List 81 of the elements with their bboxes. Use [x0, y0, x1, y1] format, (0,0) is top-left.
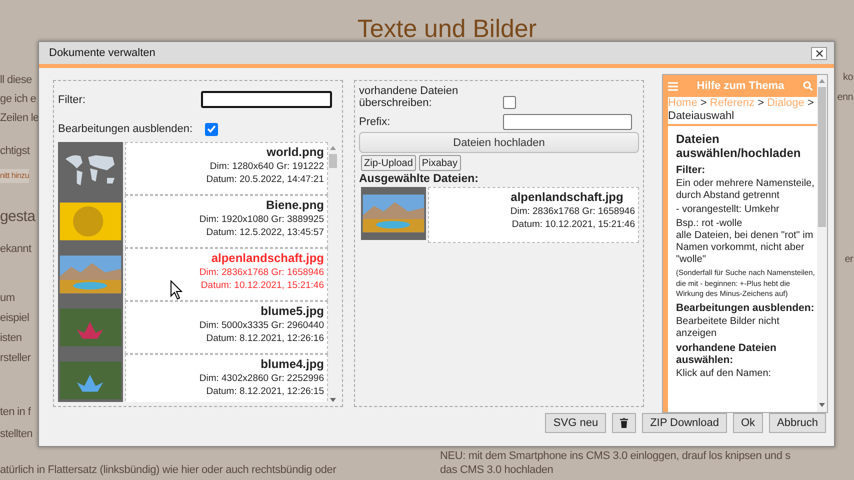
dialog-title: Dokumente verwalten [49, 47, 156, 59]
thumbnail[interactable] [58, 354, 123, 402]
file-entry[interactable]: alpenlandschaft.jpg Dim: 2836x1768 Gr: 1658946 Datum: 10.12.2021, 15:21:46 [125, 248, 328, 301]
help-text: Ein oder mehrere Namensteile, durch Abstand getrennt [676, 178, 815, 202]
file-entry[interactable]: blume5.jpg Dim: 5000x3335 Gr: 2960440 Datum: 8.12.2021, 12:26:16 [125, 300, 328, 354]
footer-button[interactable]: ZIP Download [642, 413, 727, 433]
source-button[interactable]: Zip-Upload [361, 155, 416, 171]
page-text: ko [843, 71, 853, 85]
selected-files-heading: Ausgewählte Dateien: [359, 173, 480, 185]
file-entry[interactable]: alpenlandschaft.jpg Dim: 2836x1768 Gr: 1658946 Datum: 10.12.2021, 15:21:46 [428, 187, 639, 243]
page-text: ll diese [0, 73, 33, 88]
file-dimensions: Dim: 2836x1768 Gr: 1658946 [199, 266, 324, 278]
footer-button[interactable]: SVG neu [545, 413, 606, 433]
file-name: alpenlandschaft.jpg [510, 190, 624, 204]
hide-edits-label: Bearbeitungen ausblenden: [58, 123, 193, 136]
help-text: Klick auf den Namen: [676, 368, 772, 380]
help-title: Hilfe zum Thema [696, 80, 784, 92]
page-text: das CMS 3.0 hochladen [440, 463, 554, 477]
page-text: rsteller [0, 351, 32, 366]
prefix-field[interactable] [503, 114, 632, 130]
overwrite-label: vorhandene Dateien überschreiben: [359, 85, 460, 109]
trash-icon [620, 418, 628, 428]
file-date: Datum: 20.5.2022, 14:47:21 [206, 174, 324, 186]
delete-button[interactable] [612, 413, 636, 433]
file-name: blume5.jpg [260, 304, 324, 318]
file-name: blume4.jpg [260, 356, 324, 371]
file-dimensions: Dim: 1920x1080 Gr: 3889925 [199, 214, 324, 226]
close-button[interactable] [811, 46, 827, 60]
page-text: atürlich in Flattersatz (linksbündig) wie hier oder auch rechtsbündig oder [0, 463, 338, 477]
file-date: Datum: 12.5.2022, 13:45:57 [206, 227, 324, 238]
file-date: Datum: 10.12.2021, 15:21:46 [512, 219, 635, 230]
page-text: um [0, 291, 16, 306]
page-text: ten in f [0, 405, 32, 420]
help-subheading: vorhandene Dateien auswählen: [676, 342, 778, 366]
page-text: isten [0, 331, 23, 346]
source-button[interactable]: Pixabay [418, 155, 460, 171]
page-text: NEU: mit dem Smartphone ins CMS 3.0 einloggen, drauf los knipsen und s [440, 449, 790, 463]
page-text: Zeilen le [0, 111, 39, 126]
footer-button[interactable]: Abbruch [769, 413, 826, 433]
overwrite-checkbox[interactable] [503, 96, 516, 108]
page-title: Texte und Bilder [356, 14, 538, 45]
file-date: Datum: 8.12.2021, 12:26:16 [206, 332, 324, 344]
page-text: ge ich e [0, 92, 38, 107]
page-text: chtigst [0, 144, 31, 159]
file-name: world.png [266, 145, 324, 160]
upload-button[interactable]: Dateien hochladen [359, 132, 639, 153]
file-name: alpenlandschaft.jpg [211, 250, 324, 265]
page-text: enn [837, 91, 853, 105]
thumbnail[interactable] [361, 187, 426, 240]
file-entry[interactable]: blume4.jpg Dim: 4302x2860 Gr: 2252996 Datum: 8.12.2021, 12:26:15 [125, 354, 328, 402]
file-name: Biene.png [266, 198, 324, 212]
help-subheading: Filter: [676, 164, 706, 176]
help-text: Bearbeitete Bilder nicht anzeigen [676, 316, 780, 340]
file-date: Datum: 8.12.2021, 12:26:15 [206, 386, 324, 397]
page-text: stellten [0, 427, 34, 442]
help-text: Bsp.: rot -wolle alle Dateien, bei denen "rot" im Namen vorkommt, nicht aber "wolle" [676, 218, 814, 266]
hide-edits-checkbox[interactable] [204, 122, 218, 136]
thumbnail[interactable] [58, 142, 123, 196]
breadcrumb: Home > Referenz > Dialoge > Dateiauswahl [668, 97, 817, 126]
page-text: eispiel [0, 311, 30, 326]
file-entry[interactable]: Biene.png Dim: 1920x1080 Gr: 3889925 Datum: 12.5.2022, 13:45:57 [125, 195, 328, 248]
help-subheading: Bearbeitungen ausblenden: [676, 302, 815, 314]
page-text: ekannt [0, 242, 32, 257]
filter-field[interactable] [201, 91, 332, 108]
file-dimensions: Dim: 4302x2860 Gr: 2252996 [199, 372, 324, 384]
file-date: Datum: 10.12.2021, 15:21:46 [200, 280, 324, 291]
page-heading: gesta [0, 207, 36, 227]
search-icon[interactable] [803, 81, 813, 91]
file-dimensions: Dim: 1280x640 Gr: 191222 [210, 161, 324, 172]
help-heading: Dateien auswählen/hochladen [676, 132, 802, 160]
footer-button[interactable]: Ok [732, 413, 764, 433]
close-icon [816, 50, 822, 56]
file-dimensions: Dim: 2836x1768 Gr: 1658946 [510, 206, 635, 217]
filter-label: Filter: [58, 94, 86, 106]
file-entry[interactable]: world.png Dim: 1280x640 Gr: 191222 Datum: 20.5.2022, 14:47:21 [125, 142, 328, 196]
prefix-label: Prefix: [359, 116, 390, 128]
page-text: er [844, 253, 853, 267]
cursor-icon [170, 280, 183, 300]
menu-icon[interactable] [668, 82, 678, 90]
help-text: - vorangestellt: Umkehr [676, 204, 780, 216]
file-dimensions: Dim: 5000x3335 Gr: 2960440 [199, 320, 324, 331]
